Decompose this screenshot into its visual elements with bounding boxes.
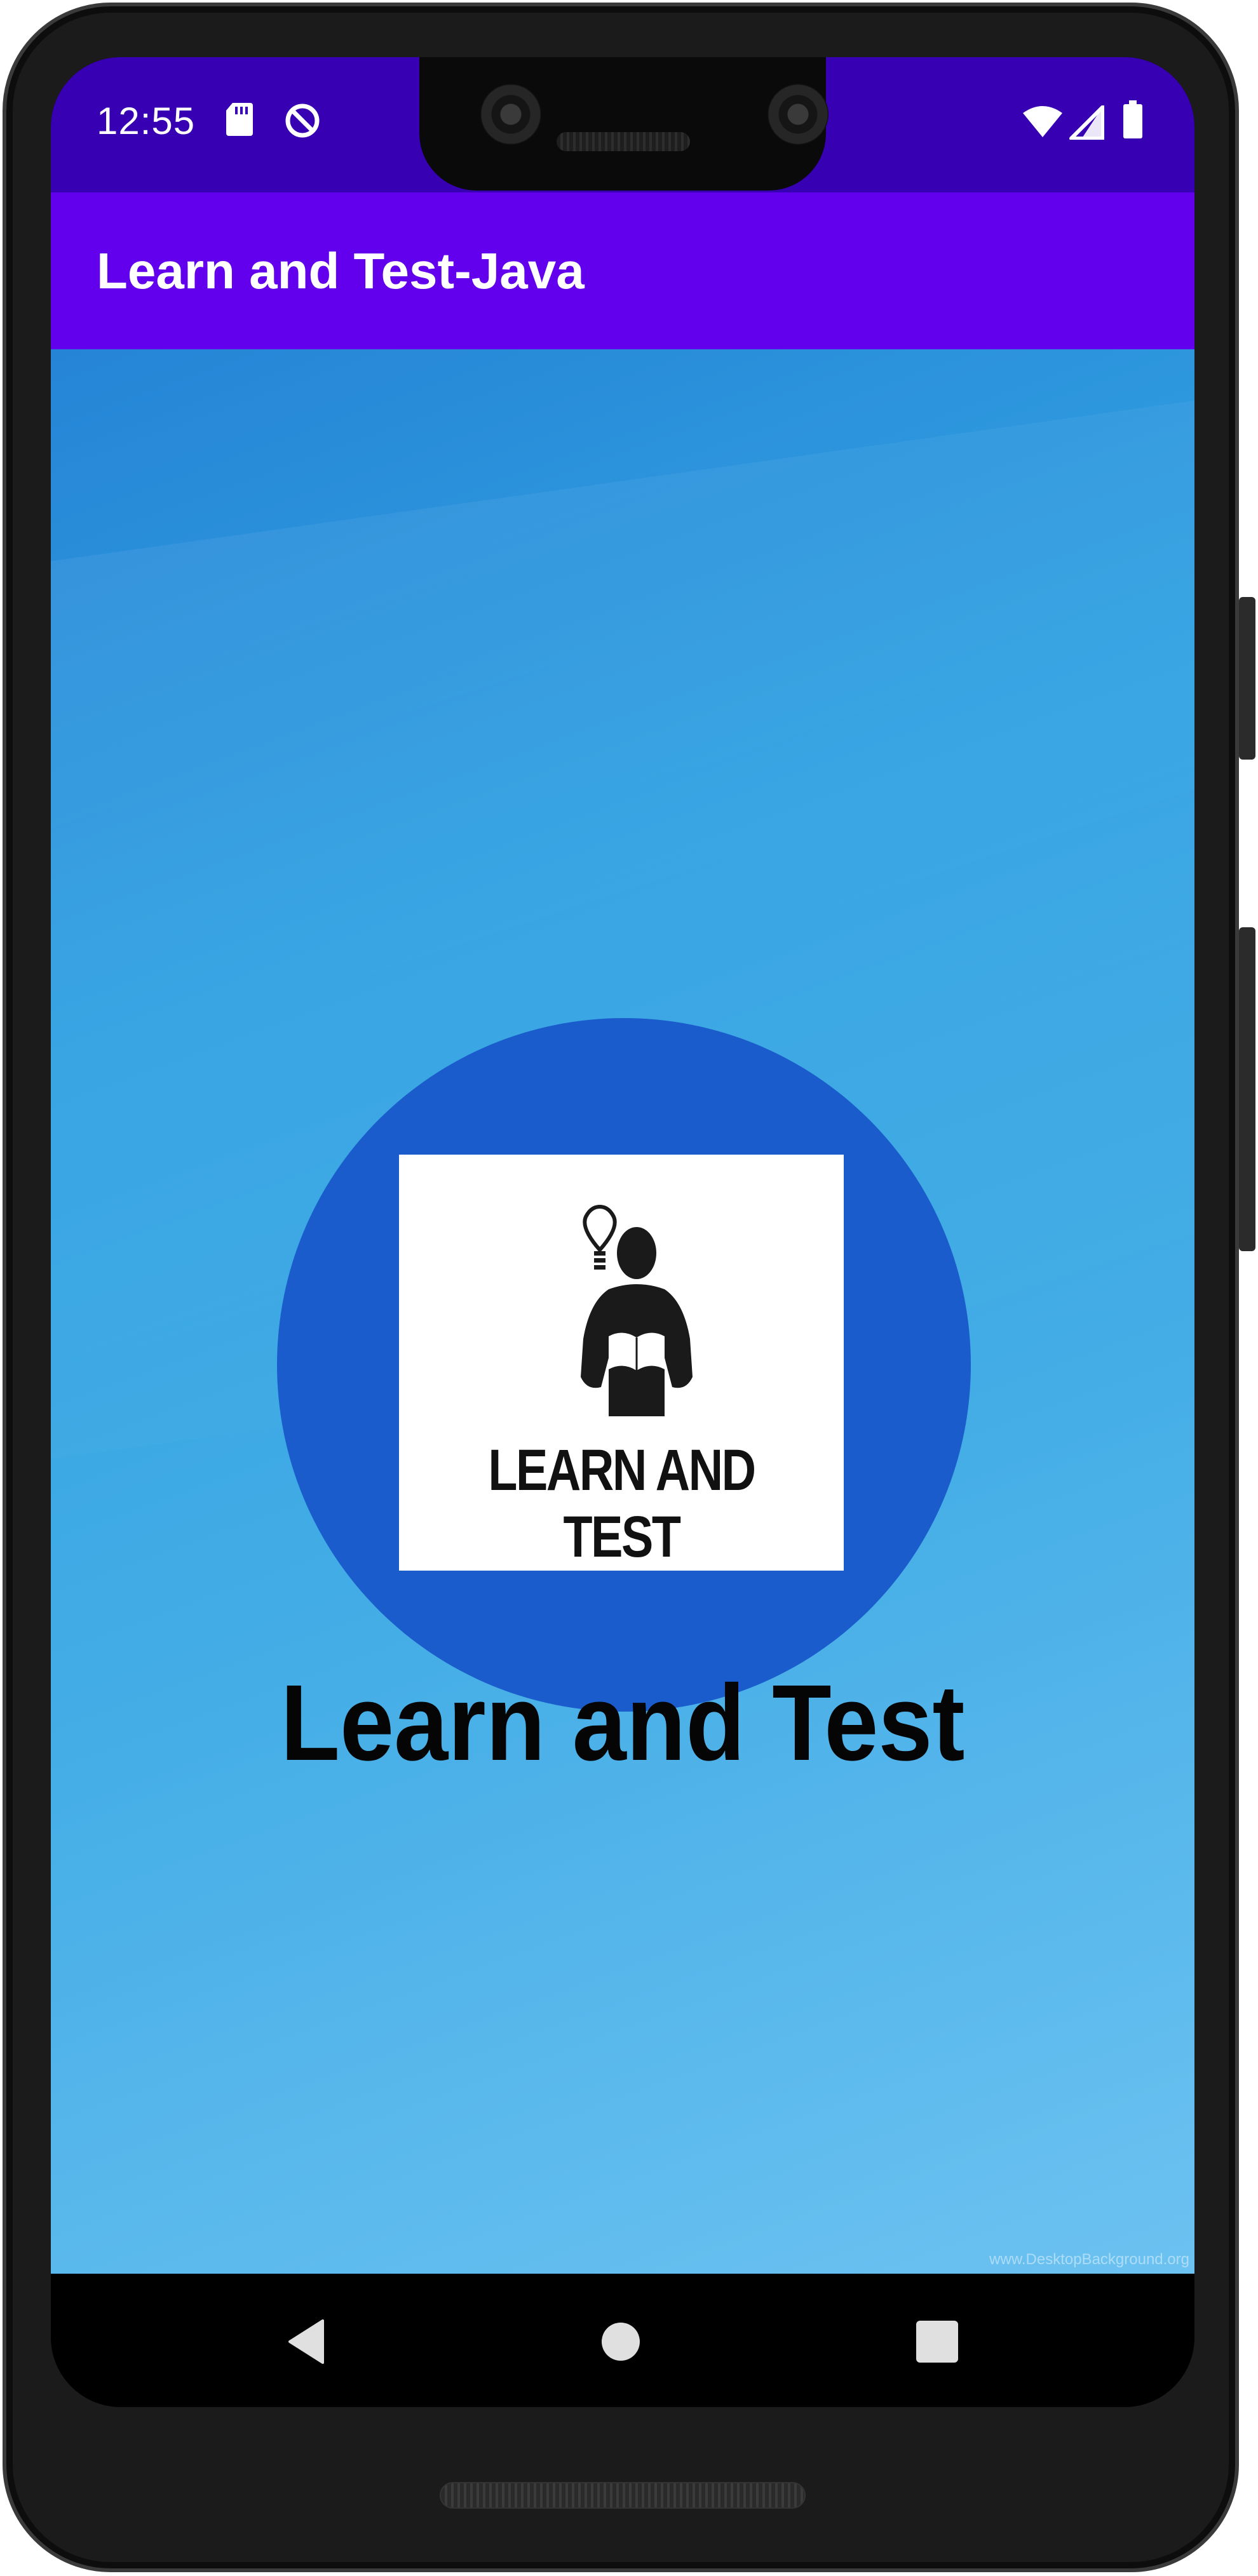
background-watermark: www.DesktopBackground.org — [989, 2251, 1189, 2268]
phone-frame: 12:55 Learn and Test-Java LEARN AND TEST… — [0, 0, 1258, 2576]
earpiece-speaker — [557, 132, 690, 151]
navigation-bar — [51, 2274, 1194, 2407]
battery-icon — [1123, 100, 1142, 138]
lightbulb-icon — [583, 1204, 617, 1270]
screen: 12:55 Learn and Test-Java LEARN AND TEST… — [51, 57, 1194, 2407]
back-icon[interactable] — [281, 2313, 338, 2370]
splash-content: LEARN AND TEST Learn and Test www.Deskto… — [51, 349, 1194, 2274]
sd-card-icon — [226, 103, 253, 136]
logo-image: LEARN AND TEST — [399, 1155, 844, 1571]
front-camera-left — [480, 84, 541, 145]
recents-icon[interactable] — [909, 2313, 966, 2370]
bottom-speaker-grille — [440, 2482, 806, 2509]
data-saver-icon — [285, 104, 320, 138]
display-notch — [419, 57, 829, 191]
splash-heading: Learn and Test — [280, 1663, 965, 1783]
wifi-icon — [1023, 106, 1062, 137]
status-time: 12:55 — [97, 100, 196, 142]
power-button — [1239, 597, 1255, 760]
front-camera-right — [768, 84, 829, 145]
volume-button — [1239, 927, 1255, 1251]
app-bar: Learn and Test-Java — [51, 192, 1194, 349]
app-title: Learn and Test-Java — [97, 243, 585, 299]
logo-text: LEARN AND TEST — [488, 1438, 756, 1569]
cell-signal-icon — [1069, 105, 1104, 140]
home-icon[interactable] — [592, 2313, 649, 2370]
